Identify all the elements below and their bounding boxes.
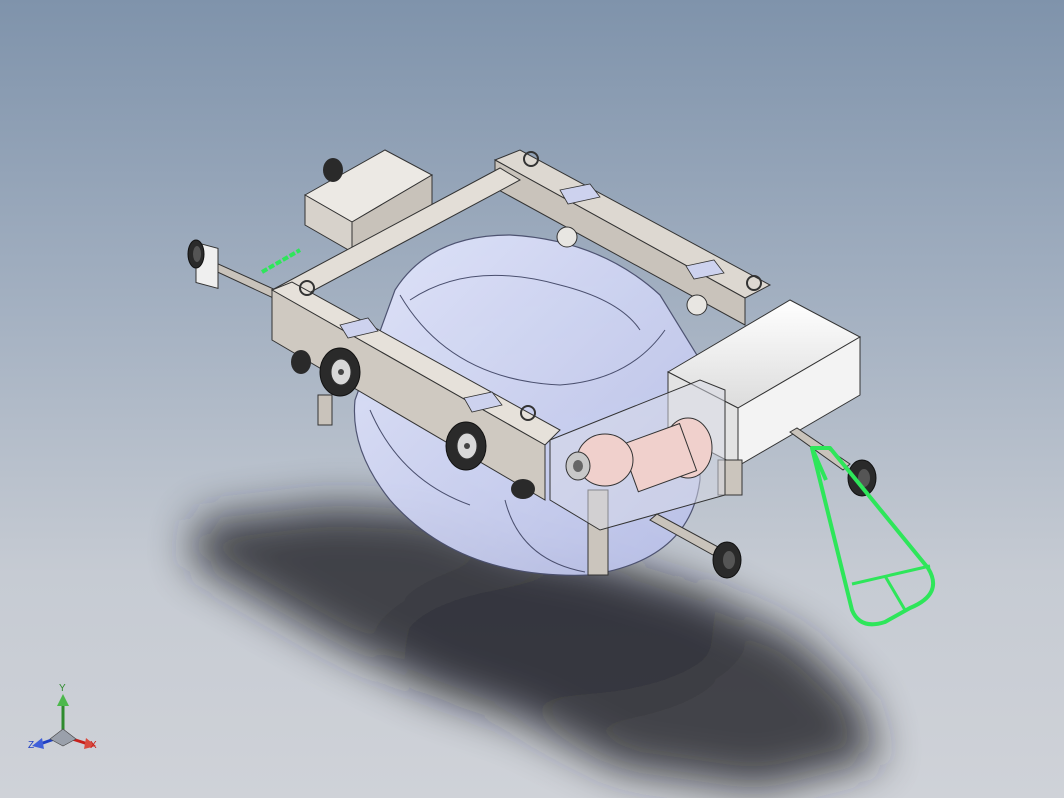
axis-triad: Y X Z [26,684,106,754]
wheel-rear-right[interactable] [511,479,535,499]
wheel-front-right[interactable] [445,421,487,471]
y-axis-arrow [57,694,69,706]
selected-left-link[interactable] [260,248,302,274]
x-axis-label: X [90,740,97,751]
z-axis-label: Z [28,740,35,751]
wheel-front-left[interactable] [319,347,361,397]
wheel-rear-left[interactable] [291,350,311,374]
model-view[interactable] [0,0,1064,798]
triad-base [49,728,77,747]
y-axis-label: Y [59,683,66,694]
cad-viewport[interactable]: Y X Z [0,0,1064,798]
